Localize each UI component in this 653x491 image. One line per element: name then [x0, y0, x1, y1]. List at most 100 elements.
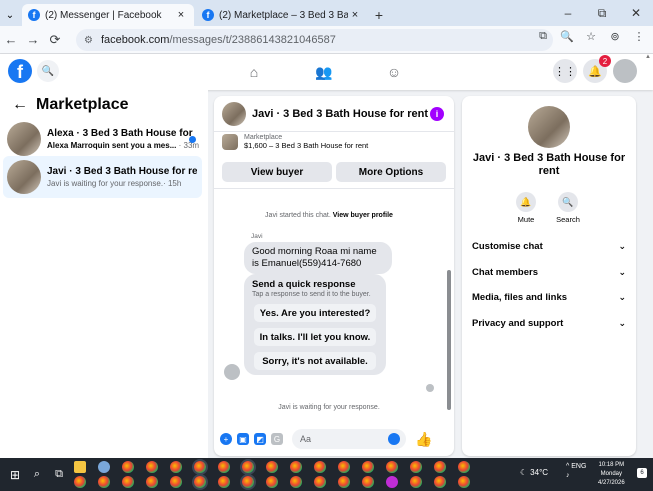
chrome-app-icon[interactable] [146, 461, 158, 473]
menu-grid-icon[interactable]: ⋮⋮ [553, 59, 577, 83]
site-settings-icon[interactable]: ⚙ [84, 35, 93, 46]
chrome-app-icon[interactable] [338, 461, 350, 473]
view-buyer-button[interactable]: View buyer [222, 162, 332, 182]
quick-reply-in-talks[interactable]: In talks. I'll let you know. [254, 328, 376, 346]
install-app-icon[interactable]: ⧉ [533, 30, 553, 43]
chrome-app-icon[interactable] [434, 476, 446, 488]
zoom-icon[interactable]: 🔍 [557, 30, 577, 43]
chat-scrollbar[interactable] [446, 192, 452, 418]
app-icon[interactable] [98, 461, 110, 473]
gaming-icon[interactable]: ☺ [384, 62, 404, 82]
page-scrollbar[interactable]: ▲ [643, 54, 653, 458]
chrome-app-icon[interactable] [242, 476, 254, 488]
conversation-item-alexa[interactable]: Alexa · 3 Bed 3 Bath House for r... Alex… [3, 118, 202, 160]
chrome-app-icon[interactable] [98, 476, 110, 488]
chrome-app-icon[interactable] [74, 476, 86, 488]
chrome-app-icon[interactable] [290, 461, 302, 473]
facebook-logo-icon[interactable]: f [8, 59, 32, 83]
file-explorer-icon[interactable] [74, 461, 86, 473]
chat-title[interactable]: Javi · 3 Bed 3 Bath House for rent [252, 108, 430, 120]
tab-close-icon[interactable]: × [348, 9, 362, 21]
chrome-app-icon[interactable] [434, 461, 446, 473]
scroll-thumb[interactable] [447, 270, 451, 410]
back-arrow-icon[interactable]: ← [12, 96, 28, 114]
tab-close-icon[interactable]: × [174, 9, 188, 21]
chrome-app-icon[interactable] [266, 476, 278, 488]
search-icon[interactable]: 🔍 [37, 60, 59, 82]
section-customise-chat[interactable]: Customise chat ⌄ [472, 236, 626, 256]
system-tray[interactable]: ^ ENG ♪ [566, 462, 586, 480]
back-button[interactable]: ← [0, 32, 22, 47]
account-avatar[interactable] [613, 59, 637, 83]
chat-avatar[interactable] [222, 101, 246, 126]
gif-icon[interactable]: G [271, 433, 283, 445]
scroll-up-arrow-icon[interactable]: ▲ [645, 54, 651, 60]
search-button[interactable]: 🔍 Search [556, 192, 580, 224]
chrome-app-icon[interactable] [362, 461, 374, 473]
quick-reply-not-available[interactable]: Sorry, it's not available. [254, 352, 376, 370]
chrome-app-icon[interactable] [266, 461, 278, 473]
chrome-app-icon[interactable] [194, 461, 206, 473]
app-icon[interactable] [386, 476, 398, 488]
tab-messenger[interactable]: f (2) Messenger | Facebook × [22, 4, 194, 26]
mute-button[interactable]: 🔔 Mute [514, 192, 538, 224]
chrome-app-icon[interactable] [314, 461, 326, 473]
bookmark-star-icon[interactable]: ☆ [581, 30, 601, 43]
search-icon: 🔍 [558, 192, 578, 212]
chrome-app-icon[interactable] [290, 476, 302, 488]
view-buyer-profile-link[interactable]: View buyer profile [333, 212, 393, 219]
marketplace-listing[interactable]: Marketplace $1,600 – 3 Bed 3 Bath House … [222, 134, 446, 150]
task-view-icon[interactable]: ⧉ [48, 468, 70, 481]
chrome-app-icon[interactable] [386, 461, 398, 473]
minimize-button[interactable]: – [551, 0, 585, 26]
chrome-app-icon[interactable] [314, 476, 326, 488]
chrome-app-icon[interactable] [146, 476, 158, 488]
chrome-app-icon[interactable] [410, 476, 422, 488]
info-icon[interactable]: i [430, 106, 444, 121]
chrome-app-icon[interactable] [170, 461, 182, 473]
restore-button[interactable]: ⧉ [585, 0, 619, 26]
chrome-app-icon[interactable] [122, 461, 134, 473]
tab-marketplace[interactable]: f (2) Marketplace – 3 Bed 3 Bath House f… [196, 4, 368, 26]
taskbar-search-icon[interactable]: ⌕ [26, 468, 48, 481]
contact-avatar[interactable] [528, 106, 570, 148]
notifications-bell-icon[interactable]: 🔔 2 [583, 55, 611, 83]
forward-button[interactable]: → [22, 32, 44, 47]
chrome-app-icon[interactable] [410, 461, 422, 473]
taskbar-clock[interactable]: 10:18 PM Monday 4/27/2026 [598, 461, 625, 488]
chrome-app-icon[interactable] [242, 461, 254, 473]
friends-icon[interactable]: 👥 [314, 62, 334, 82]
home-icon[interactable]: ⌂ [244, 62, 264, 82]
url-field[interactable]: ⚙ facebook.com/messages/t/23886143821046… [76, 29, 553, 51]
windows-start-icon[interactable]: ⊞ [4, 468, 26, 482]
sticker-icon[interactable]: ◩ [254, 433, 266, 445]
reload-button[interactable]: ⟳ [44, 32, 66, 48]
more-options-button[interactable]: More Options [336, 162, 446, 182]
section-privacy-support[interactable]: Privacy and support ⌄ [472, 313, 626, 333]
section-chat-members[interactable]: Chat members ⌄ [472, 262, 626, 282]
weather-widget[interactable]: ☾ 34°C [520, 468, 548, 477]
chrome-app-icon[interactable] [458, 461, 470, 473]
photo-icon[interactable]: ▣ [237, 433, 249, 445]
close-window-button[interactable]: ✕ [619, 0, 653, 26]
profile-icon[interactable]: ⊚ [605, 30, 625, 43]
chrome-app-icon[interactable] [170, 476, 182, 488]
section-media-files-links[interactable]: Media, files and links ⌄ [472, 287, 626, 307]
chrome-app-icon[interactable] [458, 476, 470, 488]
chrome-app-icon[interactable] [122, 476, 134, 488]
tab-search-menu[interactable]: ⌄ [0, 4, 20, 26]
chrome-app-icon[interactable] [218, 461, 230, 473]
add-plus-icon[interactable]: + [220, 433, 232, 445]
message-input[interactable]: Aa [292, 429, 406, 449]
emoji-icon[interactable] [388, 433, 400, 445]
chrome-app-icon[interactable] [362, 476, 374, 488]
chrome-app-icon[interactable] [194, 476, 206, 488]
quick-reply-yes[interactable]: Yes. Are you interested? [254, 304, 376, 322]
chrome-app-icon[interactable] [338, 476, 350, 488]
browser-menu-icon[interactable]: ⋮ [629, 30, 649, 43]
thumbs-up-icon[interactable]: 👍 [415, 431, 432, 448]
conversation-item-javi[interactable]: Javi · 3 Bed 3 Bath House for rent Javi … [3, 156, 202, 198]
notification-center-icon[interactable]: 6 [637, 468, 647, 478]
new-tab-button[interactable]: + [368, 4, 390, 26]
chrome-app-icon[interactable] [218, 476, 230, 488]
